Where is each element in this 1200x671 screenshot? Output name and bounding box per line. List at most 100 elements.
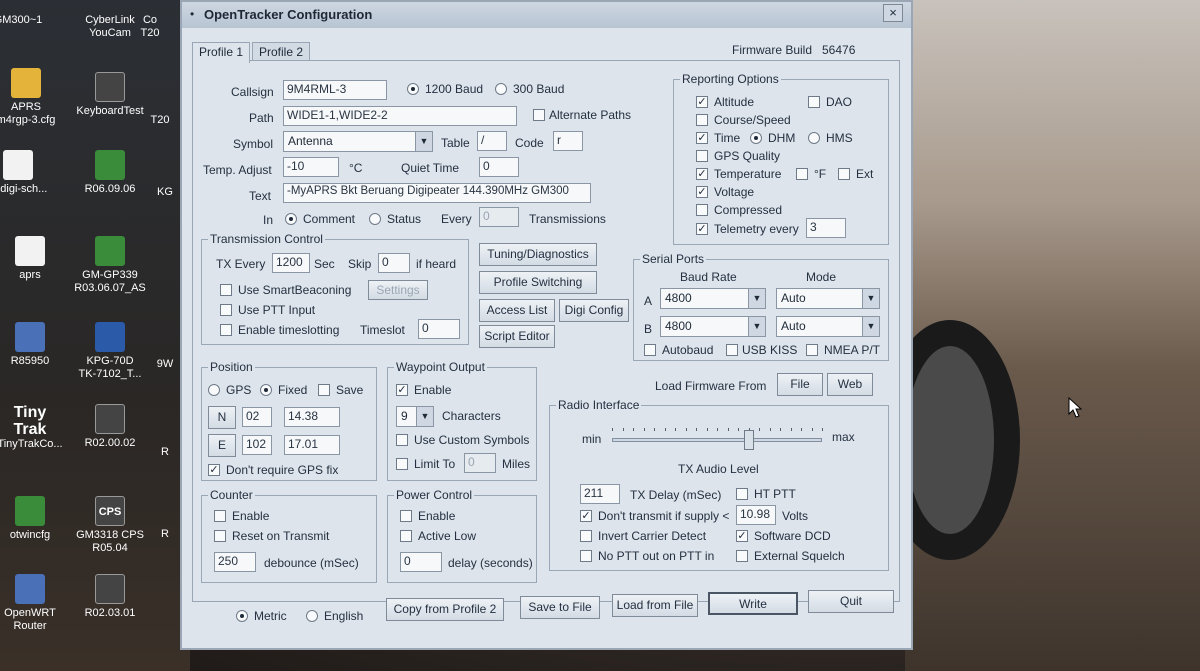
- desktop-icon-r-2[interactable]: R: [150, 528, 180, 541]
- dont-require-gps-checkbox[interactable]: ✓: [208, 464, 220, 476]
- port-b-mode-select[interactable]: Auto ▼: [776, 316, 880, 337]
- desktop-icon-kg[interactable]: KG: [150, 186, 180, 199]
- fixed-radio[interactable]: [260, 384, 272, 396]
- dao-checkbox[interactable]: [808, 96, 820, 108]
- save-position-checkbox[interactable]: [318, 384, 330, 396]
- latitude-degrees-input[interactable]: 02: [242, 407, 272, 427]
- desktop-icon-partial-1[interactable]: Co T20: [120, 14, 180, 40]
- write-button[interactable]: Write: [708, 592, 798, 615]
- hms-radio[interactable]: [808, 132, 820, 144]
- tx-audio-slider-thumb[interactable]: [743, 430, 754, 450]
- port-b-baud-select[interactable]: 4800 ▼: [660, 316, 766, 337]
- title-bar[interactable]: • OpenTracker Configuration ×: [182, 2, 911, 28]
- quiet-time-input[interactable]: 0: [479, 157, 519, 177]
- waypoint-enable-checkbox[interactable]: ✓: [396, 384, 408, 396]
- firmware-file-button[interactable]: File: [777, 373, 823, 396]
- debounce-input[interactable]: 250: [214, 552, 256, 572]
- baud-300-radio[interactable]: [495, 83, 507, 95]
- load-from-file-button[interactable]: Load from File: [612, 594, 698, 617]
- smartbeaconing-settings-button[interactable]: Settings: [368, 280, 428, 300]
- telemetry-input[interactable]: 3: [806, 218, 846, 238]
- active-low-checkbox[interactable]: [400, 530, 412, 542]
- desktop-icon-9w[interactable]: 9W: [150, 358, 180, 371]
- timeslotting-checkbox[interactable]: [220, 324, 232, 336]
- code-input[interactable]: r: [553, 131, 583, 151]
- ht-ptt-checkbox[interactable]: [736, 488, 748, 500]
- table-input[interactable]: /: [477, 131, 507, 151]
- close-button[interactable]: ×: [883, 4, 903, 22]
- latitude-ns-button[interactable]: N: [208, 406, 236, 429]
- beacon-text-input[interactable]: -MyAPRS Bkt Beruang Digipeater 144.390MH…: [283, 183, 591, 203]
- every-input[interactable]: 0: [479, 207, 519, 227]
- skip-input[interactable]: 0: [378, 253, 410, 273]
- ptt-input-checkbox[interactable]: [220, 304, 232, 316]
- autobaud-checkbox[interactable]: [644, 344, 656, 356]
- desktop-icon-r020002[interactable]: R02.00.02: [62, 404, 158, 450]
- desktop-icon-r-1[interactable]: R: [150, 446, 180, 459]
- english-radio[interactable]: [306, 610, 318, 622]
- status-radio[interactable]: [369, 213, 381, 225]
- copy-from-profile-button[interactable]: Copy from Profile 2: [386, 598, 504, 621]
- timeslot-input[interactable]: 0: [418, 319, 460, 339]
- desktop-icon-kpg70d[interactable]: KPG-70D TK-7102_T...: [62, 322, 158, 381]
- longitude-minutes-input[interactable]: 17.01: [284, 435, 340, 455]
- digi-config-button[interactable]: Digi Config: [559, 299, 629, 322]
- dont-transmit-checkbox[interactable]: ✓: [580, 510, 592, 522]
- tx-delay-input[interactable]: 211: [580, 484, 620, 504]
- limit-to-checkbox[interactable]: [396, 458, 408, 470]
- voltage-checkbox[interactable]: ✓: [696, 186, 708, 198]
- time-checkbox[interactable]: ✓: [696, 132, 708, 144]
- power-enable-checkbox[interactable]: [400, 510, 412, 522]
- tuning-diagnostics-button[interactable]: Tuning/Diagnostics: [479, 243, 597, 266]
- smartbeaconing-checkbox[interactable]: [220, 284, 232, 296]
- save-to-file-button[interactable]: Save to File: [520, 596, 600, 619]
- desktop-icon-pdf[interactable]: oxdigi-sch...: [0, 150, 66, 196]
- characters-select[interactable]: 9 ▼: [396, 406, 434, 427]
- quit-button[interactable]: Quit: [808, 590, 894, 613]
- invert-cd-checkbox[interactable]: [580, 530, 592, 542]
- reset-on-transmit-checkbox[interactable]: [214, 530, 226, 542]
- gps-radio[interactable]: [208, 384, 220, 396]
- desktop-icon-gm-gp339[interactable]: GM-GP339 R03.06.07_AS: [62, 236, 158, 295]
- limit-input[interactable]: 0: [464, 453, 496, 473]
- tab-profile-2[interactable]: Profile 2: [252, 42, 311, 62]
- custom-symbols-checkbox[interactable]: [396, 434, 408, 446]
- metric-radio[interactable]: [236, 610, 248, 622]
- tab-profile-1[interactable]: Profile 1: [192, 42, 251, 63]
- system-menu-icon[interactable]: •: [190, 7, 194, 21]
- access-list-button[interactable]: Access List: [479, 299, 555, 322]
- no-ptt-checkbox[interactable]: [580, 550, 592, 562]
- temp-adjust-input[interactable]: -10: [283, 157, 339, 177]
- usb-kiss-checkbox[interactable]: [726, 344, 738, 356]
- altitude-checkbox[interactable]: ✓: [696, 96, 708, 108]
- counter-enable-checkbox[interactable]: [214, 510, 226, 522]
- path-input[interactable]: WIDE1-1,WIDE2-2: [283, 106, 517, 126]
- comment-radio[interactable]: [285, 213, 297, 225]
- desktop-icon-t20[interactable]: T20: [140, 114, 180, 127]
- nmea-pt-checkbox[interactable]: [806, 344, 818, 356]
- power-delay-input[interactable]: 0: [400, 552, 442, 572]
- symbol-select[interactable]: Antenna ▼: [283, 131, 433, 152]
- tx-audio-slider-track[interactable]: [612, 438, 822, 442]
- gps-quality-checkbox[interactable]: [696, 150, 708, 162]
- latitude-minutes-input[interactable]: 14.38: [284, 407, 340, 427]
- course-speed-checkbox[interactable]: [696, 114, 708, 126]
- longitude-ew-button[interactable]: E: [208, 434, 236, 457]
- alternate-paths-checkbox[interactable]: [533, 109, 545, 121]
- desktop-icon-gm3318[interactable]: CPS GM3318 CPS R05.04: [62, 496, 158, 555]
- telemetry-checkbox[interactable]: ✓: [696, 223, 708, 235]
- temperature-checkbox[interactable]: ✓: [696, 168, 708, 180]
- port-a-baud-select[interactable]: 4800 ▼: [660, 288, 766, 309]
- callsign-input[interactable]: 9M4RML-3: [283, 80, 387, 100]
- desktop-icon-keyboardtest[interactable]: KeyboardTest: [62, 72, 158, 118]
- desktop-icon-r020301[interactable]: R02.03.01: [62, 574, 158, 620]
- tx-every-input[interactable]: 1200: [272, 253, 310, 273]
- port-a-mode-select[interactable]: Auto ▼: [776, 288, 880, 309]
- longitude-degrees-input[interactable]: 102: [242, 435, 272, 455]
- dhm-radio[interactable]: [750, 132, 762, 144]
- supply-volts-input[interactable]: 10.98: [736, 505, 776, 525]
- fahrenheit-checkbox[interactable]: [796, 168, 808, 180]
- desktop-icon-r060906[interactable]: R06.09.06: [62, 150, 158, 196]
- external-squelch-checkbox[interactable]: [736, 550, 748, 562]
- compressed-checkbox[interactable]: [696, 204, 708, 216]
